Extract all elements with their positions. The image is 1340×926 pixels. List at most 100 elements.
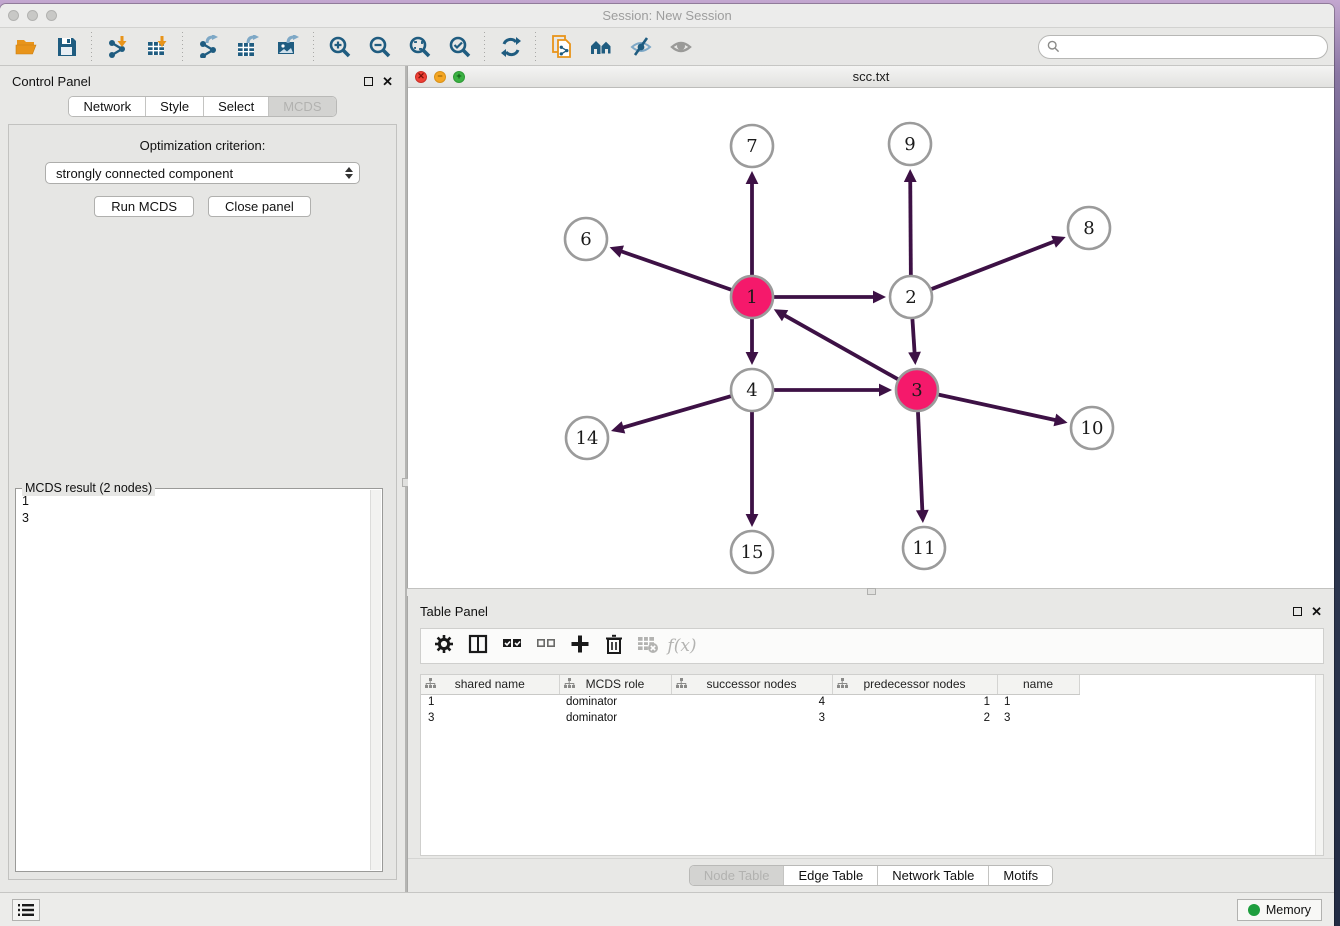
graph-edge-3-10[interactable] — [938, 395, 1067, 427]
column-label: predecessor nodes — [863, 677, 965, 691]
graph-edge-2-9[interactable] — [904, 169, 917, 275]
column-header-shared-name[interactable]: shared name — [421, 675, 559, 694]
graph-node-9[interactable]: 9 — [889, 123, 931, 165]
save-session-icon — [55, 35, 78, 58]
search-input[interactable] — [1065, 40, 1319, 54]
new-network-button[interactable] — [541, 31, 581, 63]
toolbar-separator — [182, 32, 183, 62]
graph-edge-1-7[interactable] — [746, 171, 759, 275]
save-session-button[interactable] — [46, 31, 86, 63]
search-box[interactable] — [1038, 35, 1328, 59]
function-builder-button[interactable]: f(x) — [667, 631, 697, 661]
refresh-layout-button[interactable] — [490, 31, 530, 63]
table-scrollbar[interactable] — [1315, 675, 1323, 855]
tab-motifs[interactable]: Motifs — [989, 866, 1052, 885]
table-row[interactable]: 3dominator323 — [421, 710, 1079, 726]
graph-edge-3-11[interactable] — [916, 412, 929, 523]
column-header-successor-nodes[interactable]: successor nodes — [671, 675, 832, 694]
show-panels-button[interactable] — [12, 899, 40, 921]
first-neighbors-button[interactable] — [581, 31, 621, 63]
graph-node-15[interactable]: 15 — [731, 531, 773, 573]
zoom-fit-button[interactable] — [399, 31, 439, 63]
export-table-button[interactable] — [228, 31, 268, 63]
splitter-grip[interactable] — [867, 588, 876, 595]
column-header-MCDS-role[interactable]: MCDS role — [559, 675, 671, 694]
zoom-in-button[interactable] — [319, 31, 359, 63]
add-column-button[interactable] — [565, 631, 595, 661]
open-session-button[interactable] — [6, 31, 46, 63]
show-all-button[interactable] — [661, 31, 701, 63]
graph-edge-1-4[interactable] — [746, 319, 759, 365]
graph-node-7[interactable]: 7 — [731, 125, 773, 167]
zoom-selected-icon — [448, 35, 471, 58]
export-image-button[interactable] — [268, 31, 308, 63]
control-panel-tabs: NetworkStyleSelectMCDS — [68, 96, 336, 117]
graph-node-3[interactable]: 3 — [896, 369, 938, 411]
mcds-result-box: MCDS result (2 nodes) 13 — [15, 488, 383, 872]
graph-node-4[interactable]: 4 — [731, 369, 773, 411]
delete-column-button[interactable] — [599, 631, 629, 661]
column-browser-button[interactable] — [463, 631, 493, 661]
toolbar-group — [6, 31, 86, 63]
select-all-button[interactable] — [497, 631, 527, 661]
vertical-splitter[interactable] — [405, 66, 407, 892]
graph-node-6[interactable]: 6 — [565, 218, 607, 260]
hide-selected-button[interactable] — [621, 31, 661, 63]
column-header-predecessor-nodes[interactable]: predecessor nodes — [832, 675, 997, 694]
toolbar-group — [541, 31, 701, 63]
node-label: 9 — [904, 134, 915, 155]
import-network-button[interactable] — [97, 31, 137, 63]
tab-network-table[interactable]: Network Table — [878, 866, 989, 885]
delete-table-button[interactable] — [633, 631, 663, 661]
tab-network[interactable]: Network — [69, 97, 146, 116]
close-panel-button[interactable]: Close panel — [208, 196, 311, 217]
zoom-selected-button[interactable] — [439, 31, 479, 63]
graph-edge-2-8[interactable] — [932, 236, 1066, 289]
dropdown-stepper-icon — [342, 167, 355, 179]
column-header-name[interactable]: name — [997, 675, 1079, 694]
table-row[interactable]: 1dominator411 — [421, 694, 1079, 710]
graph-node-8[interactable]: 8 — [1068, 207, 1110, 249]
graph-edge-2-3[interactable] — [908, 319, 921, 365]
graph-node-2[interactable]: 2 — [890, 276, 932, 318]
zoom-out-button[interactable] — [359, 31, 399, 63]
graph-node-1[interactable]: 1 — [731, 276, 773, 318]
graph-edge-1-6[interactable] — [610, 245, 732, 289]
graph-node-11[interactable]: 11 — [903, 527, 945, 569]
export-network-button[interactable] — [188, 31, 228, 63]
import-table-button[interactable] — [137, 31, 177, 63]
result-scrollbar[interactable] — [370, 490, 381, 870]
optimization-criterion-dropdown[interactable]: strongly connected component — [45, 162, 360, 184]
float-panel-icon[interactable] — [364, 77, 373, 86]
graph-edge-3-1[interactable] — [774, 309, 898, 379]
graph-edge-4-3[interactable] — [774, 384, 892, 397]
run-mcds-button[interactable]: Run MCDS — [94, 196, 194, 217]
edge-arrowhead-icon — [746, 352, 759, 365]
network-canvas[interactable]: 7 9 6 8 1 2 4 3 14 10 15 11 — [408, 88, 1334, 588]
close-panel-icon[interactable]: ✕ — [382, 75, 393, 88]
graph-node-14[interactable]: 14 — [566, 417, 608, 459]
toolbar-group — [97, 31, 177, 63]
tab-style[interactable]: Style — [146, 97, 204, 116]
tab-mcds[interactable]: MCDS — [269, 97, 335, 116]
deselect-all-button[interactable] — [531, 631, 561, 661]
graph-edge-4-15[interactable] — [746, 412, 759, 527]
tab-node-table[interactable]: Node Table — [690, 866, 785, 885]
gear-button[interactable] — [429, 631, 459, 661]
edge-arrowhead-icon — [904, 169, 917, 182]
column-label: successor nodes — [706, 677, 796, 691]
graph-node-10[interactable]: 10 — [1071, 407, 1113, 449]
close-panel-icon[interactable]: ✕ — [1311, 605, 1322, 618]
graph-edge-1-2[interactable] — [774, 291, 886, 304]
memory-button[interactable]: Memory — [1237, 899, 1322, 921]
tab-select[interactable]: Select — [204, 97, 269, 116]
graph-edge-4-14[interactable] — [611, 396, 731, 433]
horizontal-splitter[interactable] — [407, 588, 1334, 596]
memory-label: Memory — [1266, 903, 1311, 917]
edge-arrowhead-icon — [916, 510, 929, 523]
zoom-fit-icon — [408, 35, 431, 58]
float-panel-icon[interactable] — [1293, 607, 1302, 616]
tab-edge-table[interactable]: Edge Table — [784, 866, 878, 885]
network-window-titlebar: ✕ − + scc.txt — [408, 66, 1334, 88]
node-label: 1 — [746, 287, 757, 308]
